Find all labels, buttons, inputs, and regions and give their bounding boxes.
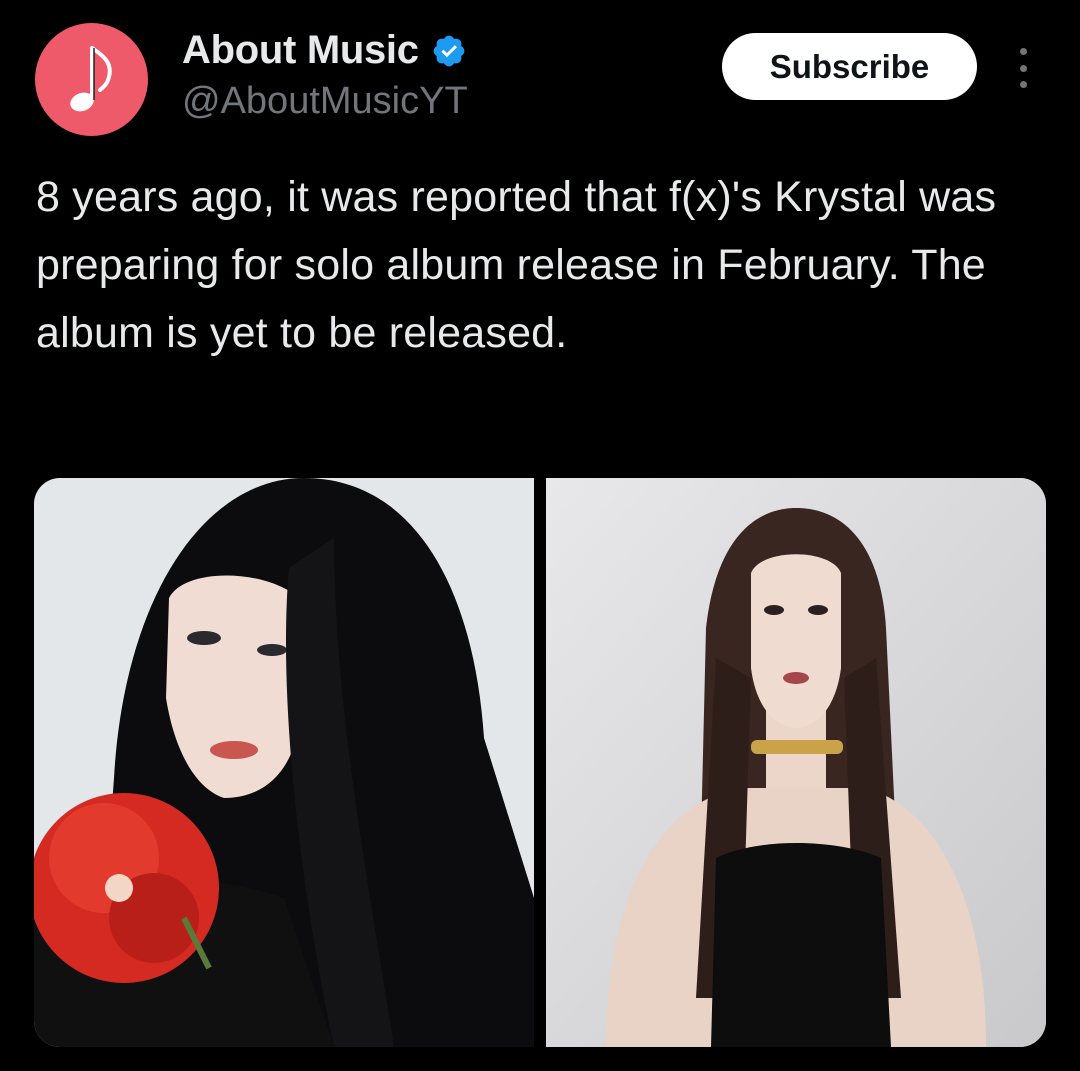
music-note-icon [69,45,112,111]
account-handle[interactable]: @AboutMusicYT [182,80,468,123]
media-grid [34,478,1046,1047]
photo-left[interactable] [34,478,534,1047]
portrait-black-dress-image [546,478,1046,1047]
avatar[interactable] [35,23,148,136]
more-options-icon[interactable] [1008,48,1038,88]
name-row: About Music [182,28,467,73]
portrait-with-red-flower-image [34,478,534,1047]
subscribe-button[interactable]: Subscribe [722,33,977,100]
tweet-text: 8 years ago, it was reported that f(x)'s… [36,173,997,357]
tweet-card: About Music @AboutMusicYT Subscribe 8 ye… [0,0,1080,1071]
verified-badge-icon[interactable] [431,33,467,69]
display-name[interactable]: About Music [182,28,419,73]
photo-right[interactable] [546,478,1046,1047]
